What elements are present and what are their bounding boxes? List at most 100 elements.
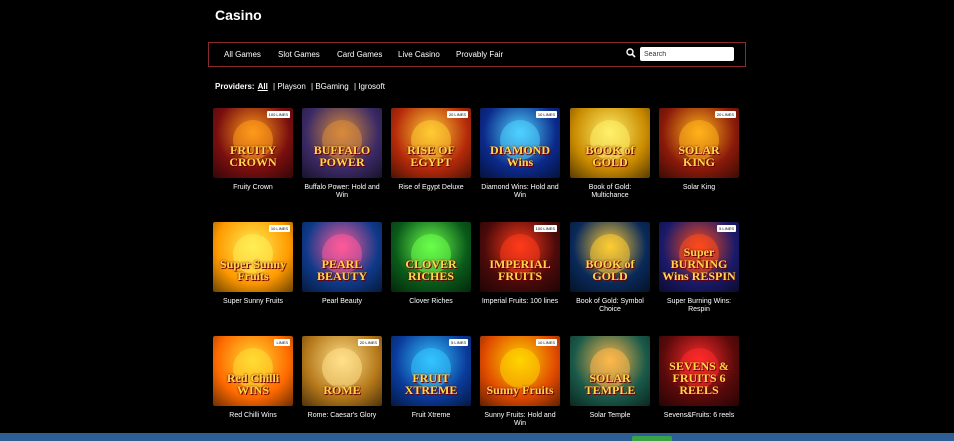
game-title[interactable]: Diamond Wins: Hold and Win bbox=[480, 184, 560, 200]
provider-all-link[interactable]: All bbox=[258, 82, 268, 91]
game-thumbnail[interactable]: CLOVER RICHES bbox=[391, 222, 471, 292]
game-logo-text: SOLAR KING bbox=[678, 143, 720, 169]
nav-live-casino[interactable]: Live Casino bbox=[398, 50, 440, 59]
game-thumbnail[interactable]: LINES Red Chilli WINS bbox=[213, 336, 293, 406]
game-thumbnail[interactable]: 20 LINES SOLAR KING bbox=[659, 108, 739, 178]
game-card[interactable]: 10 LINES Super Sunny Fruits Super Sunny Fr… bbox=[213, 222, 293, 306]
game-title[interactable]: Book of Gold: Symbol Choice bbox=[570, 298, 650, 314]
game-logo-text: ROME bbox=[323, 383, 361, 397]
game-card[interactable]: SOLAR TEMPLE Solar Temple bbox=[570, 336, 650, 420]
game-card[interactable]: BOOK of GOLD Book of Gold: Symbol Choice bbox=[570, 222, 650, 314]
game-title[interactable]: Super Sunny Fruits bbox=[213, 298, 293, 306]
lines-badge: LINES bbox=[274, 339, 290, 346]
game-logo-text: Super Sunny Fruits bbox=[219, 257, 287, 283]
game-title[interactable]: Sevens&Fruits: 6 reels bbox=[659, 412, 739, 420]
providers-label: Providers: bbox=[215, 82, 255, 91]
game-card[interactable]: LINES Red Chilli WINS Red Chilli Wins bbox=[213, 336, 293, 420]
game-card[interactable]: 5 LINES FRUIT XTREME Fruit Xtreme bbox=[391, 336, 471, 420]
game-thumbnail[interactable]: 5 LINES Super BURNING Wins RESPIN bbox=[659, 222, 739, 292]
lines-badge: 10 LINES bbox=[535, 111, 557, 118]
game-title[interactable]: Rise of Egypt Deluxe bbox=[391, 184, 471, 192]
game-thumbnail[interactable]: SEVENS & FRUITS 6 REELS bbox=[659, 336, 739, 406]
providers-filter: Providers: All | Playson | BGaming | Igro… bbox=[215, 82, 385, 91]
nav-bar: All Games Slot Games Card Games Live Cas… bbox=[208, 42, 746, 67]
game-thumbnail[interactable]: 100 LINES FRUITY CROWN bbox=[213, 108, 293, 178]
game-thumbnail[interactable]: 10 LINES Sunny Fruits bbox=[480, 336, 560, 406]
lines-badge: 10 LINES bbox=[535, 339, 557, 346]
game-logo-text: FRUITY CROWN bbox=[229, 143, 277, 169]
lines-badge: 10 LINES bbox=[268, 225, 290, 232]
game-card[interactable]: 100 LINES IMPERIAL FRUITS Imperial Fruits:… bbox=[480, 222, 560, 306]
lines-badge: 20 LINES bbox=[446, 111, 468, 118]
game-thumbnail[interactable]: SOLAR TEMPLE bbox=[570, 336, 650, 406]
game-thumbnail[interactable]: BOOK of GOLD bbox=[570, 222, 650, 292]
provider-playson-link[interactable]: | Playson bbox=[273, 82, 306, 91]
game-card[interactable]: 20 LINES SOLAR KING Solar King bbox=[659, 108, 739, 192]
game-thumbnail[interactable]: PEARL BEAUTY bbox=[302, 222, 382, 292]
game-art-glow bbox=[322, 348, 362, 388]
game-card[interactable]: 20 LINES RISE OF EGYPT Rise of Egypt Delux… bbox=[391, 108, 471, 192]
nav-provably-fair[interactable]: Provably Fair bbox=[456, 50, 503, 59]
bottom-accent-tab[interactable] bbox=[632, 436, 672, 441]
game-thumbnail[interactable]: 10 LINES DIAMOND Wins bbox=[480, 108, 560, 178]
game-card[interactable]: 10 LINES Sunny Fruits Sunny Fruits: Hold a… bbox=[480, 336, 560, 428]
game-logo-text: PEARL BEAUTY bbox=[316, 257, 367, 283]
game-logo-text: FRUIT XTREME bbox=[404, 371, 458, 397]
search-icon[interactable] bbox=[626, 48, 636, 58]
game-logo-text: Red Chilli WINS bbox=[226, 371, 280, 397]
lines-badge: 20 LINES bbox=[714, 111, 736, 118]
search-input[interactable] bbox=[640, 47, 734, 61]
game-card[interactable]: BOOK of GOLD Book of Gold: Multichance bbox=[570, 108, 650, 200]
game-title[interactable]: Buffalo Power: Hold and Win bbox=[302, 184, 382, 200]
nav-all-games[interactable]: All Games bbox=[224, 50, 261, 59]
game-logo-text: BOOK of GOLD bbox=[585, 143, 635, 169]
game-thumbnail[interactable]: BUFFALO POWER bbox=[302, 108, 382, 178]
nav-slot-games[interactable]: Slot Games bbox=[278, 50, 320, 59]
game-thumbnail[interactable]: BOOK of GOLD bbox=[570, 108, 650, 178]
game-title[interactable]: Fruit Xtreme bbox=[391, 412, 471, 420]
game-card[interactable]: BUFFALO POWER Buffalo Power: Hold and Win bbox=[302, 108, 382, 200]
game-title[interactable]: Sunny Fruits: Hold and Win bbox=[480, 412, 560, 428]
game-title[interactable]: Rome: Caesar's Glory bbox=[302, 412, 382, 420]
game-title[interactable]: Clover Riches bbox=[391, 298, 471, 306]
game-title[interactable]: Red Chilli Wins bbox=[213, 412, 293, 420]
provider-igrosoft-link[interactable]: | Igrosoft bbox=[354, 82, 385, 91]
lines-badge: 100 LINES bbox=[266, 111, 290, 118]
game-title[interactable]: Solar King bbox=[659, 184, 739, 192]
game-logo-text: Super BURNING Wins RESPIN bbox=[662, 245, 736, 283]
game-thumbnail[interactable]: 5 LINES FRUIT XTREME bbox=[391, 336, 471, 406]
game-thumbnail[interactable]: 20 LINES RISE OF EGYPT bbox=[391, 108, 471, 178]
game-card[interactable]: 20 LINES ROME Rome: Caesar's Glory bbox=[302, 336, 382, 420]
game-logo-text: IMPERIAL FRUITS bbox=[489, 257, 551, 283]
game-card[interactable]: PEARL BEAUTY Pearl Beauty bbox=[302, 222, 382, 306]
game-card[interactable]: SEVENS & FRUITS 6 REELS Sevens&Fruits: 6 … bbox=[659, 336, 739, 420]
page-title: Casino bbox=[215, 7, 262, 23]
game-logo-text: Sunny Fruits bbox=[486, 383, 554, 397]
game-title[interactable]: Pearl Beauty bbox=[302, 298, 382, 306]
provider-bgaming-link[interactable]: | BGaming bbox=[311, 82, 349, 91]
game-title[interactable]: Super Burning Wins: Respin bbox=[659, 298, 739, 314]
game-title[interactable]: Imperial Fruits: 100 lines bbox=[480, 298, 560, 306]
nav-card-games[interactable]: Card Games bbox=[337, 50, 382, 59]
game-logo-text: BUFFALO POWER bbox=[313, 143, 371, 169]
bottom-bar bbox=[0, 433, 954, 441]
game-logo-text: DIAMOND Wins bbox=[490, 143, 550, 169]
game-card[interactable]: 100 LINES FRUITY CROWN Fruity Crown bbox=[213, 108, 293, 192]
game-art-glow bbox=[500, 348, 540, 388]
lines-badge: 20 LINES bbox=[357, 339, 379, 346]
game-thumbnail[interactable]: 20 LINES ROME bbox=[302, 336, 382, 406]
game-title[interactable]: Book of Gold: Multichance bbox=[570, 184, 650, 200]
lines-badge: 100 LINES bbox=[533, 225, 557, 232]
game-thumbnail[interactable]: 10 LINES Super Sunny Fruits bbox=[213, 222, 293, 292]
game-card[interactable]: 10 LINES DIAMOND Wins Diamond Wins: Hold a… bbox=[480, 108, 560, 200]
game-card[interactable]: 5 LINES Super BURNING Wins RESPIN Super Bu… bbox=[659, 222, 739, 314]
lines-badge: 5 LINES bbox=[717, 225, 736, 232]
game-title[interactable]: Solar Temple bbox=[570, 412, 650, 420]
game-logo-text: CLOVER RICHES bbox=[405, 257, 457, 283]
lines-badge: 5 LINES bbox=[449, 339, 468, 346]
game-logo-text: SOLAR TEMPLE bbox=[584, 371, 636, 397]
game-thumbnail[interactable]: 100 LINES IMPERIAL FRUITS bbox=[480, 222, 560, 292]
game-logo-text: BOOK of GOLD bbox=[585, 257, 635, 283]
game-title[interactable]: Fruity Crown bbox=[213, 184, 293, 192]
game-card[interactable]: CLOVER RICHES Clover Riches bbox=[391, 222, 471, 306]
